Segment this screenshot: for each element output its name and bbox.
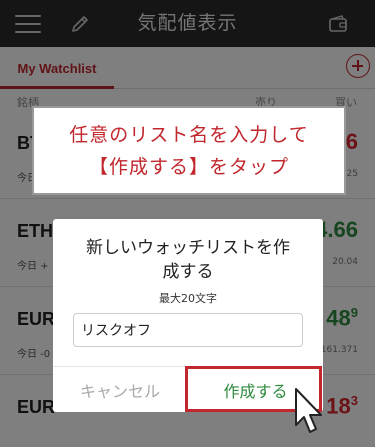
dialog-title-line-2: 成する — [162, 262, 214, 282]
dialog-title-line-1: 新しいウォッチリストを作 — [86, 238, 290, 258]
callout-line-1: 任意のリスト名を入力して — [69, 123, 309, 146]
cancel-button[interactable]: キャンセル — [53, 367, 188, 412]
character-limit-hint: 最大20文字 — [159, 292, 217, 305]
watchlist-name-input[interactable] — [73, 313, 303, 347]
callout-line-2: 【作成する】をタップ — [88, 155, 289, 178]
instruction-callout: 任意のリスト名を入力して 【作成する】をタップ — [32, 106, 346, 195]
dialog-title: 新しいウォッチリストを作 成する — [53, 236, 323, 284]
pointer-cursor-icon — [295, 388, 322, 433]
